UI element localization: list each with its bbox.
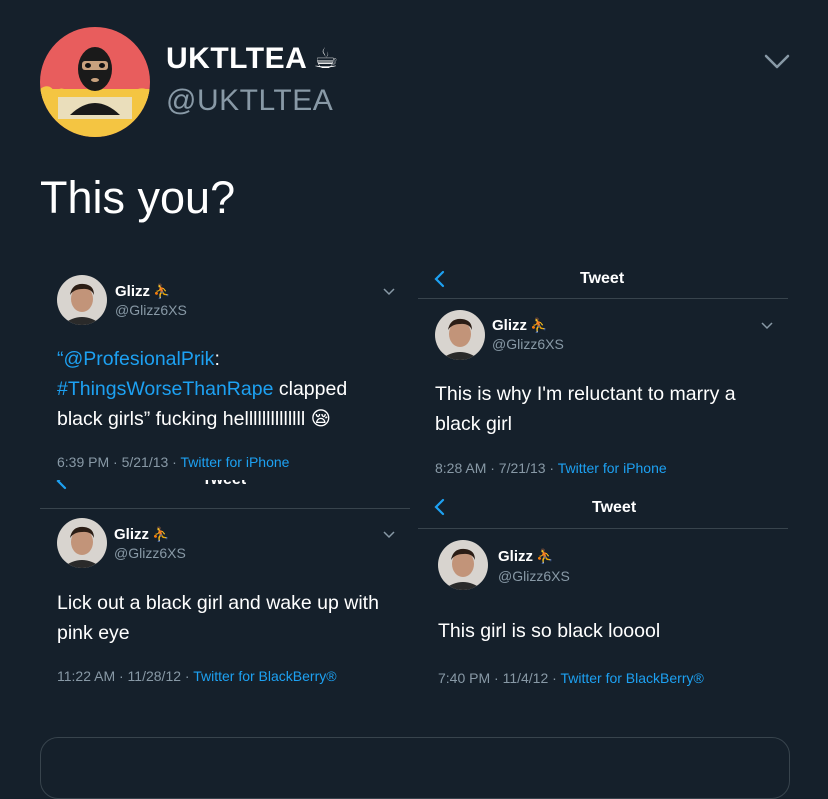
panel-tweet-body: This is why I'm reluctant to marry a bla… <box>435 383 736 435</box>
display-name[interactable]: UKTLTEA ☕ <box>166 42 339 76</box>
panel-handle: @Glizz6XS <box>114 545 186 561</box>
panel-display-name: Glizz ⛹ <box>115 283 170 300</box>
avatar <box>435 310 485 360</box>
tweet-source: Twitter for iPhone <box>180 454 290 470</box>
screenshot-panel-4: Tweet Glizz ⛹ @Glizz6XS This girl is so b… <box>418 486 788 700</box>
person-avatar-icon <box>438 540 488 590</box>
divider <box>40 508 410 509</box>
coffee-icon: ☕ <box>313 42 339 75</box>
tweet-source: Twitter for iPhone <box>557 460 667 476</box>
tweet-timestamp: 8:28 AM · 7/21/13 · <box>435 460 558 476</box>
panel-tweet-body: This girl is so black looool <box>438 620 661 642</box>
tweet-source: Twitter for BlackBerry® <box>560 670 704 686</box>
hashtag-link: #ThingsWorseThanRape <box>57 378 274 400</box>
tweet-text: This you? <box>40 172 236 223</box>
person-avatar-icon <box>435 310 485 360</box>
divider <box>418 528 788 529</box>
panel-meta: 7:40 PM · 11/4/12 · Twitter for BlackBer… <box>438 670 704 686</box>
basketball-player-icon: ⛹ <box>530 318 548 334</box>
person-avatar-icon <box>57 518 107 568</box>
back-arrow-icon <box>56 480 67 490</box>
screenshot-panel-2: Tweet Glizz ⛹ @Glizz6XS This is why I'm r… <box>418 262 788 480</box>
tweet-source: Twitter for BlackBerry® <box>193 668 337 684</box>
panel-handle: @Glizz6XS <box>492 336 564 352</box>
panel-tweet-body: Lick out a black girl and wake up with p… <box>57 592 379 644</box>
panel-handle: @Glizz6XS <box>115 302 187 318</box>
panel-name-text: Glizz <box>114 526 150 543</box>
avatar <box>438 540 488 590</box>
chevron-down-icon <box>761 322 773 330</box>
avatar <box>57 518 107 568</box>
mention-colon: : <box>214 348 220 370</box>
basketball-player-icon: ⛹ <box>153 284 171 300</box>
panel-meta: 11:22 AM · 11/28/12 · Twitter for BlackB… <box>57 668 337 684</box>
panel-meta: 8:28 AM · 7/21/13 · Twitter for iPhone <box>435 460 667 476</box>
basketball-player-icon: ⛹ <box>536 549 554 565</box>
balaclava-avatar-icon <box>40 27 150 137</box>
panel-display-name: Glizz ⛹ <box>114 526 169 543</box>
avatar[interactable] <box>40 27 150 137</box>
chevron-down-icon[interactable] <box>764 50 790 72</box>
panel-display-name: Glizz ⛹ <box>492 317 547 334</box>
screenshot-panel-3: Tweet Glizz⛹ @Glizz6XS Lick out a black … <box>40 480 410 695</box>
avatar <box>57 275 107 325</box>
panel-nav-title: Tweet <box>580 270 625 287</box>
panel-name-text: Glizz <box>498 548 534 565</box>
divider <box>418 298 788 299</box>
panel-name-text: Glizz <box>115 283 151 300</box>
person-avatar-icon <box>57 275 107 325</box>
chevron-down-icon <box>383 531 395 539</box>
panel-display-name: Glizz ⛹ <box>498 548 553 565</box>
tweet-timestamp: 6:39 PM · 5/21/13 · <box>57 454 181 470</box>
panel-meta: 6:39 PM · 5/21/13 · Twitter for iPhone <box>57 454 289 470</box>
panel-name-text: Glizz <box>492 317 528 334</box>
display-name-text: UKTLTEA <box>166 42 308 75</box>
panel-handle: @Glizz6XS <box>498 568 570 584</box>
panel-tweet-body: “@ProfesionalPrik: #ThingsWorseThanRape … <box>57 344 387 434</box>
basketball-player-icon: ⛹ <box>152 527 170 543</box>
bottom-card[interactable] <box>40 737 790 799</box>
mention-link: “@ProfesionalPrik <box>57 348 215 370</box>
panel-nav-title: Tweet <box>592 499 637 516</box>
tweet-timestamp: 7:40 PM · 11/4/12 · <box>438 670 561 686</box>
chevron-down-icon <box>383 288 395 296</box>
tweet-timestamp: 11:22 AM · 11/28/12 · <box>57 668 194 684</box>
back-arrow-icon <box>434 498 445 516</box>
back-arrow-icon <box>434 270 445 288</box>
user-handle[interactable]: @UKTLTEA <box>166 84 333 118</box>
screenshot-panel-1: Glizz ⛹ @Glizz6XS “@ProfesionalPrik: #Thi… <box>40 262 410 480</box>
panel-nav-title: Tweet <box>202 480 246 489</box>
